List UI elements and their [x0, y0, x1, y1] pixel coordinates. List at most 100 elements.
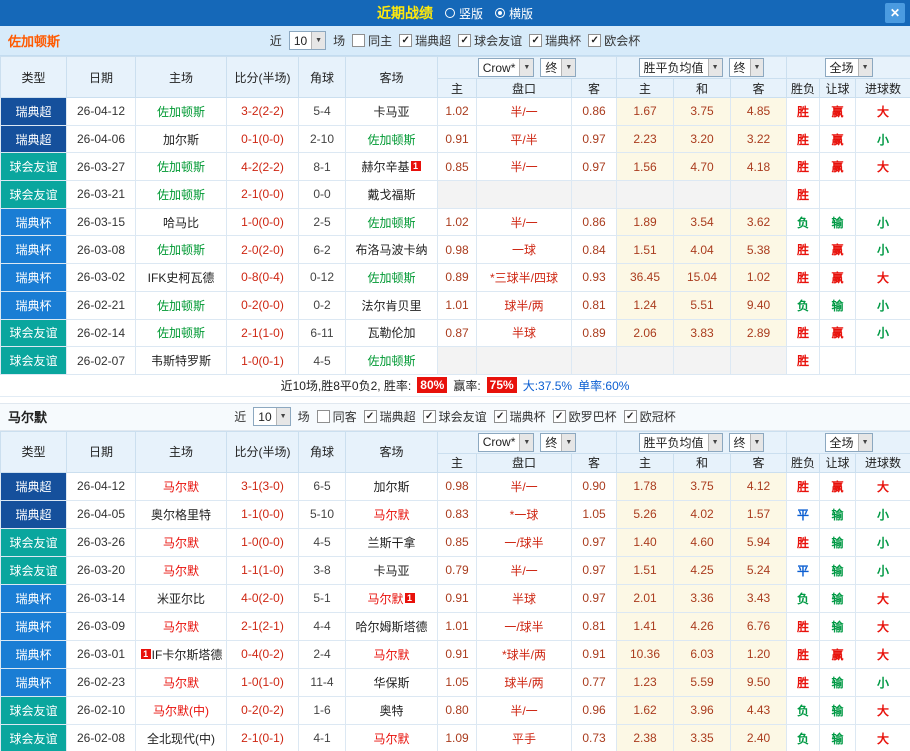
league-type-badge: 球会友谊: [0, 346, 67, 375]
team-name-text: 赫尔辛基: [361, 160, 410, 175]
handicap-result-badge: 输: [819, 555, 857, 585]
asian-odds-home: 0.79: [437, 555, 477, 585]
handicap-result-badge: 赢: [819, 124, 857, 154]
match-date: 26-03-27: [66, 152, 136, 182]
handicap-result-badge: 赢: [819, 318, 857, 348]
euro-odds-home: 1.56: [616, 152, 674, 182]
league-type-badge: 瑞典超: [0, 97, 67, 126]
team-name-text: 佐加顿斯: [367, 270, 416, 285]
goals-result-badge: 小: [855, 235, 910, 265]
recent-label: 近: [269, 34, 282, 48]
filter-checkbox[interactable]: 同客: [316, 408, 357, 425]
euro-final-select[interactable]: 终 ▼: [728, 58, 765, 77]
result-badge: 平: [786, 499, 821, 529]
away-team-rows: 瑞典超 26-04-12 马尔默 3-1(3-0) 6-5 加尔斯 0.98 半/一 0.90 1…: [0, 471, 910, 751]
away-team: 瓦勒伦加: [345, 318, 438, 348]
result-badge: 胜: [786, 263, 821, 292]
team-name-text: 佐加顿斯: [156, 160, 205, 175]
euro-odds-away: 4.12: [729, 471, 788, 501]
col-handicap-result: 让球: [819, 452, 857, 473]
filter-checkbox[interactable]: ✓ 瑞典杯: [529, 32, 581, 49]
asian-odds-away: 0.97: [571, 527, 617, 557]
filter-checkbox[interactable]: 同主: [352, 32, 392, 49]
euro-odds-home: 2.01: [616, 583, 674, 613]
team-name-text: 加尔斯: [373, 479, 410, 494]
match-row: 球会友谊 26-02-10 马尔默(中) 0-2(0-2) 1-6 奥特 0.80 半/一 0.…: [0, 695, 910, 725]
col-euro-home: 主: [616, 452, 674, 473]
home-team: 奥尔格里特: [135, 499, 227, 529]
asian-handicap: 平手: [476, 723, 572, 751]
layout-option-vertical[interactable]: 竖版: [444, 5, 483, 22]
result-badge: 胜: [786, 124, 821, 154]
col-score: 比分(半场): [226, 56, 299, 98]
match-row: 球会友谊 26-02-07 韦斯特罗斯 1-0(0-1) 4-5 佐加顿斯 胜: [0, 346, 910, 375]
corner-score: 5-1: [298, 583, 346, 613]
asian-odds-home: 0.85: [437, 527, 477, 557]
filter-checkbox[interactable]: ✓ 欧会杯: [588, 32, 640, 49]
dropdown-arrow-icon: ▼: [275, 408, 290, 426]
euro-mean-select[interactable]: 胜平负均值 ▼: [638, 432, 723, 452]
dropdown-arrow-icon: ▼: [857, 433, 872, 451]
home-team: 马尔默: [135, 471, 227, 501]
asian-handicap: 半/一: [476, 695, 572, 725]
asian-handicap: 平/半: [476, 124, 572, 154]
euro-odds-away: 9.50: [729, 667, 788, 697]
away-team: 马尔默: [345, 723, 438, 751]
filter-checkbox[interactable]: ✓ 球会友谊: [458, 32, 522, 49]
euro-odds-home: 1.67: [616, 97, 674, 126]
euro-odds-draw: [673, 180, 731, 209]
away-team: 卡马亚: [345, 555, 438, 585]
recent-count-select[interactable]: 10 ▼: [253, 407, 291, 427]
asian-handicap: 半/一: [476, 207, 572, 237]
euro-final-select[interactable]: 终 ▼: [728, 432, 765, 452]
euro-odds-draw: 3.75: [673, 97, 731, 126]
odds-final-select[interactable]: 终 ▼: [540, 58, 577, 77]
away-team-title: 马尔默: [8, 410, 48, 426]
euro-odds-draw: 4.60: [673, 527, 731, 557]
scope-select[interactable]: 全场 ▼: [824, 58, 873, 77]
filter-checkbox[interactable]: ✓ 球会友谊: [422, 408, 487, 425]
league-type-badge: 瑞典杯: [0, 235, 67, 265]
radio-unselected-icon: [444, 8, 455, 18]
games-label: 场: [297, 410, 310, 425]
home-team: 佐加顿斯: [135, 97, 227, 126]
asian-handicap: *一球: [476, 499, 572, 529]
col-type: 类型: [0, 430, 67, 473]
match-score: 0-2(0-2): [226, 695, 299, 725]
corner-score: 6-2: [298, 235, 346, 265]
bookmaker-select[interactable]: Crow* ▼: [477, 432, 535, 452]
filter-checkbox[interactable]: ✓ 瑞典超: [399, 32, 451, 49]
col-odds-handicap: 盘口: [476, 452, 572, 473]
euro-odds-away: 2.40: [729, 723, 788, 751]
checkbox-icon: ✓: [529, 34, 543, 47]
asian-odds-home: 0.91: [437, 639, 477, 669]
home-team: 马尔默: [135, 611, 227, 641]
asian-odds-away: 0.89: [571, 318, 617, 348]
match-score: 1-1(0-0): [226, 499, 299, 529]
scope-select[interactable]: 全场 ▼: [824, 432, 873, 452]
team-name-text: 加尔斯: [162, 132, 199, 147]
corner-score: 5-10: [298, 499, 346, 529]
close-button[interactable]: ✕: [885, 3, 905, 23]
col-type: 类型: [0, 56, 67, 98]
radio-selected-icon: [495, 8, 505, 18]
goals-result-badge: 小: [855, 207, 910, 237]
odds-final-select[interactable]: 终 ▼: [540, 432, 577, 452]
team-name-text: 马尔默: [373, 731, 410, 746]
filter-checkbox[interactable]: ✓ 瑞典超: [363, 408, 416, 425]
home-team-filter-bar: 佐加顿斯 近 10 ▼ 场同主 ✓ 瑞典超 ✓ 球会友谊 ✓ 瑞典杯 ✓ 欧会杯: [0, 26, 910, 56]
team-name-text: 戴戈福斯: [367, 187, 416, 202]
filter-checkbox[interactable]: ✓ 欧罗巴杯: [552, 408, 617, 425]
filter-checkbox[interactable]: ✓ 瑞典杯: [493, 408, 546, 425]
euro-mean-select[interactable]: 胜平负均值 ▼: [638, 58, 723, 77]
result-badge: 胜: [786, 527, 821, 557]
recent-count-select[interactable]: 10 ▼: [288, 31, 327, 50]
match-score: 1-0(0-1): [226, 346, 299, 375]
match-score: 3-2(2-2): [226, 97, 299, 126]
bookmaker-select[interactable]: Crow* ▼: [477, 58, 535, 77]
filter-checkbox[interactable]: ✓ 欧冠杯: [623, 408, 676, 425]
col-odds-away: 客: [571, 452, 617, 473]
match-row: 瑞典杯 26-02-23 马尔默 1-0(1-0) 11-4 华保斯 1.05 球半/两 0.7…: [0, 667, 910, 697]
layout-option-horizontal[interactable]: 横版: [495, 5, 533, 22]
team-name-text: 佐加顿斯: [156, 243, 205, 258]
